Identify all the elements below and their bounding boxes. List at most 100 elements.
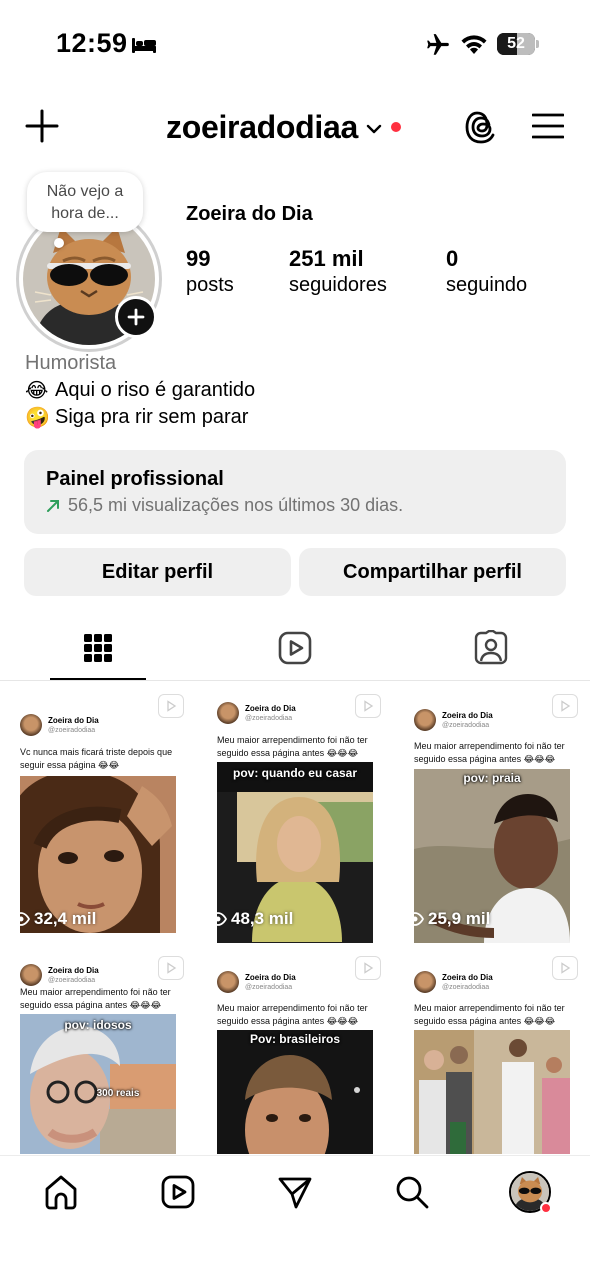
post-photo: pov: idosos 300 reais	[20, 1014, 176, 1154]
mini-avatar	[414, 971, 436, 993]
stat-followers-value: 251 mil	[289, 246, 364, 271]
post-author-name: Zoeira do Dia	[245, 972, 296, 982]
post-author: Zoeira do Dia @zoeiradodiaa	[217, 702, 296, 724]
threads-icon[interactable]	[464, 108, 500, 146]
laughing-emoji-icon: 😂	[25, 378, 49, 402]
tab-reels[interactable]	[197, 616, 393, 680]
grid-post[interactable]: Zoeira do Dia @zoeiradodiaa Meu maior ar…	[394, 944, 590, 1154]
post-overlay-text: pov: praia	[463, 771, 521, 785]
post-author-name: Zoeira do Dia	[48, 965, 99, 975]
zany-face-emoji-icon: 🤪	[25, 405, 50, 429]
post-author: Zoeira do Dia @zoeiradodiaa	[414, 971, 493, 993]
post-caption: Meu maior arrependimento foi não ter seg…	[217, 1003, 368, 1026]
play-icon	[167, 962, 177, 974]
search-icon[interactable]	[394, 1174, 430, 1210]
posts-grid: Zoeira do Dia @zoeiradodiaa Vc nunca mai…	[0, 682, 590, 1154]
mini-avatar	[217, 971, 239, 993]
post-author-name: Zoeira do Dia	[48, 715, 99, 725]
note-bubble-tail	[54, 238, 64, 248]
view-count-value: 48,3 mil	[231, 909, 294, 928]
post-author-handle: @zoeiradodiaa	[48, 726, 96, 734]
views-icon	[12, 912, 30, 926]
grid-icon	[84, 634, 112, 662]
reel-badge	[552, 956, 578, 980]
trend-up-icon	[47, 499, 59, 512]
plus-icon	[127, 308, 145, 326]
stat-followers[interactable]: 251 mil seguidores	[289, 246, 387, 297]
reels-icon[interactable]	[160, 1174, 196, 1210]
battery-indicator: 52	[497, 33, 541, 55]
young-man-night-photo	[217, 1030, 373, 1154]
stat-following[interactable]: 0 seguindo	[446, 246, 527, 297]
bio-line: 😂 Aqui o riso é garantido	[25, 378, 255, 402]
wifi-icon	[461, 35, 487, 54]
post-photo	[414, 1030, 570, 1154]
sleep-focus-icon	[132, 38, 156, 53]
post-overlay-subtext: 300 reais	[96, 1088, 140, 1099]
tab-posts-grid[interactable]	[0, 616, 196, 680]
notification-dot	[540, 1202, 552, 1214]
view-count-value: 25,9 mil	[428, 909, 491, 928]
family-gathering-photo	[414, 1030, 570, 1154]
post-caption: Meu maior arrependimento foi não ter seg…	[20, 987, 171, 1010]
battery-level: 52	[507, 35, 525, 52]
home-icon[interactable]	[43, 1174, 79, 1210]
create-post-icon[interactable]	[24, 108, 60, 144]
menu-icon[interactable]	[532, 112, 564, 140]
mini-avatar	[217, 702, 239, 724]
stat-posts[interactable]: 99 posts	[186, 246, 234, 297]
stat-followers-label: seguidores	[289, 274, 387, 296]
bio-text: Siga pra rir sem parar	[55, 405, 249, 428]
grid-post[interactable]: Zoeira do Dia @zoeiradodiaa Meu maior ar…	[197, 682, 393, 943]
bio-line: 🤪 Siga pra rir sem parar	[25, 405, 248, 429]
reel-badge	[158, 956, 184, 980]
post-overlay-text: pov: quando eu casar	[232, 766, 358, 780]
edit-profile-button[interactable]: Editar perfil	[24, 548, 291, 596]
stat-following-label: seguindo	[446, 274, 528, 296]
share-profile-button[interactable]: Compartilhar perfil	[299, 548, 566, 596]
tab-tagged[interactable]	[393, 616, 589, 680]
send-icon[interactable]	[277, 1174, 313, 1210]
note-text: Não vejo a hora de...	[46, 183, 124, 222]
grid-post[interactable]: Zoeira do Dia @zoeiradodiaa Vc nunca mai…	[0, 682, 196, 943]
post-author-handle: @zoeiradodiaa	[442, 983, 490, 991]
grid-post[interactable]: Zoeira do Dia @zoeiradodiaa Meu maior ar…	[0, 944, 196, 1154]
mini-avatar	[20, 714, 42, 736]
post-author-name: Zoeira do Dia	[245, 703, 296, 713]
reels-icon	[278, 631, 312, 665]
grid-post[interactable]: Zoeira do Dia @zoeiradodiaa Meu maior ar…	[197, 944, 393, 1154]
post-author-name: Zoeira do Dia	[442, 710, 493, 720]
dashboard-title: Painel profissional	[46, 468, 224, 490]
post-overlay-text: Pov: brasileiros	[249, 1032, 341, 1046]
stat-posts-value: 99	[186, 246, 211, 271]
play-icon	[561, 962, 571, 974]
tagged-person-icon	[474, 630, 508, 665]
post-caption: Vc nunca mais ficará triste depois que s…	[20, 747, 173, 770]
play-icon	[364, 700, 374, 712]
reel-badge	[355, 694, 381, 718]
note-bubble[interactable]: Não vejo a hora de...	[27, 172, 143, 232]
post-author-handle: @zoeiradodiaa	[48, 976, 96, 984]
post-author: Zoeira do Dia @zoeiradodiaa	[20, 714, 99, 736]
views-icon	[209, 912, 227, 926]
post-author: Zoeira do Dia @zoeiradodiaa	[20, 964, 99, 986]
post-overlay-text: pov: idosos	[64, 1018, 132, 1032]
stat-posts-label: posts	[186, 274, 234, 296]
add-story-button[interactable]	[115, 296, 157, 338]
tab-divider	[0, 680, 590, 681]
notification-dot	[391, 122, 402, 132]
professional-dashboard[interactable]: Painel profissional 56,5 mi visualizaçõe…	[24, 450, 566, 534]
airplane-mode-icon	[427, 34, 449, 55]
grid-post[interactable]: Zoeira do Dia @zoeiradodiaa Meu maior ar…	[394, 682, 590, 943]
profile-category: Humorista	[25, 352, 117, 374]
post-author: Zoeira do Dia @zoeiradodiaa	[217, 971, 296, 993]
bio-text: Aqui o riso é garantido	[55, 378, 256, 401]
account-switcher[interactable]: zoeiradodiaa	[166, 106, 402, 148]
post-author-handle: @zoeiradodiaa	[442, 721, 490, 729]
mini-avatar	[414, 709, 436, 731]
post-author-name: Zoeira do Dia	[442, 972, 493, 982]
play-icon	[561, 700, 571, 712]
elderly-woman-photo	[20, 1014, 176, 1154]
play-icon	[364, 962, 374, 974]
bottom-navigation	[0, 1155, 590, 1280]
